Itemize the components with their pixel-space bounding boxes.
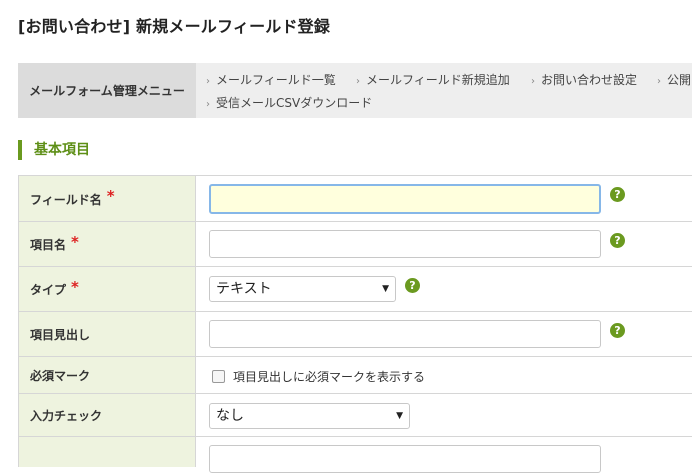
- menu-bar: メールフォーム管理メニュー › メールフィールド一覧 › メールフィールド新規追加 …: [18, 63, 692, 118]
- dropdown-arrow-icon: ▼: [396, 411, 403, 421]
- chevron-right-icon: ›: [206, 76, 210, 87]
- required-asterisk: *: [106, 187, 115, 205]
- page-title: [お問い合わせ] 新規メールフィールド登録: [18, 17, 331, 36]
- item-name-label: 項目名 *: [18, 222, 196, 267]
- required-mark-checkbox[interactable]: [212, 370, 225, 383]
- next-row-label: [18, 437, 196, 467]
- menu-link-contact-settings[interactable]: › お問い合わせ設定: [531, 71, 637, 88]
- form-row-validation: 入力チェック なし ▼: [18, 393, 692, 437]
- field-name-input[interactable]: [209, 184, 601, 214]
- validation-label: 入力チェック: [18, 394, 196, 437]
- help-icon[interactable]: ?: [610, 187, 625, 202]
- menu-link-publish[interactable]: › 公開: [657, 71, 691, 88]
- chevron-right-icon: ›: [657, 76, 661, 87]
- required-mark-checkbox-label: 項目見出しに必須マークを表示する: [233, 370, 426, 384]
- menu-link-field-add[interactable]: › メールフィールド新規追加: [356, 71, 510, 88]
- menu-label: メールフォーム管理メニュー: [18, 63, 196, 118]
- item-name-input[interactable]: [209, 230, 601, 258]
- heading-label: 項目見出し: [18, 312, 196, 357]
- next-row-input[interactable]: [209, 445, 601, 473]
- form-row-next: [18, 436, 692, 473]
- chevron-right-icon: ›: [531, 76, 535, 87]
- dropdown-arrow-icon: ▼: [382, 284, 389, 294]
- help-icon[interactable]: ?: [405, 278, 420, 293]
- type-label: タイプ *: [18, 267, 196, 312]
- field-name-label: フィールド名 *: [18, 176, 196, 222]
- validation-select[interactable]: なし ▼: [209, 403, 410, 429]
- form-row-type: タイプ * テキスト ▼ ?: [18, 266, 692, 312]
- required-asterisk: *: [71, 277, 79, 296]
- required-asterisk: *: [71, 232, 79, 251]
- form-row-item-name: 項目名 * ?: [18, 221, 692, 267]
- form-row-required-mark: 必須マーク 項目見出しに必須マークを表示する: [18, 356, 692, 394]
- chevron-right-icon: ›: [356, 76, 360, 87]
- chevron-right-icon: ›: [206, 99, 210, 110]
- section-title: 基本項目: [18, 140, 90, 160]
- menu-link-field-list[interactable]: › メールフィールド一覧: [206, 71, 336, 88]
- form-row-heading: 項目見出し ?: [18, 311, 692, 357]
- form-row-field-name: フィールド名 * ?: [18, 175, 692, 222]
- menu-link-csv-download[interactable]: › 受信メールCSVダウンロード: [206, 94, 372, 111]
- required-mark-label: 必須マーク: [18, 357, 196, 394]
- help-icon[interactable]: ?: [610, 233, 625, 248]
- type-select[interactable]: テキスト ▼: [209, 276, 396, 302]
- required-mark-checkbox-row[interactable]: 項目見出しに必須マークを表示する: [212, 368, 425, 385]
- help-icon[interactable]: ?: [610, 323, 625, 338]
- heading-input[interactable]: [209, 320, 601, 348]
